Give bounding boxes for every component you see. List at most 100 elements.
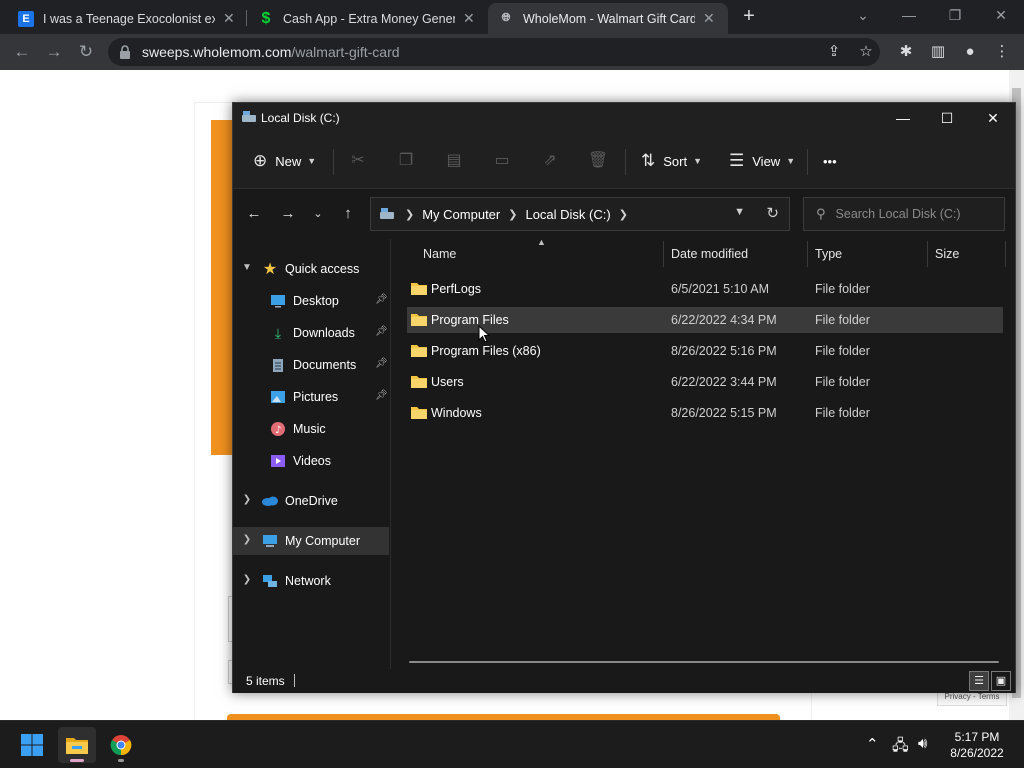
e-icon: E [18,10,34,27]
pin-icon[interactable]: 📌︎ [375,294,388,305]
close-icon[interactable]: ✕ [223,10,235,27]
sort-button[interactable]: ⇅ Sort ▼ [641,149,702,173]
search-icon: ⚲ [816,206,826,221]
bookmark-star-icon[interactable]: ☆ [856,42,876,62]
new-button[interactable]: ⊕ New ▼ [253,149,316,173]
chevron-down-icon[interactable]: ▼ [241,262,253,273]
breadcrumb-separator[interactable]: ❯ [619,208,628,221]
breadcrumb-local-disk[interactable]: Local Disk (C:) [525,207,610,222]
horizontal-scrollbar[interactable] [409,661,999,663]
nav-item-videos[interactable]: Videos [233,447,389,475]
refresh-icon[interactable]: ↻ [766,204,779,222]
close-icon[interactable]: ✕ [463,10,475,27]
volume-icon[interactable]: 🔊︎ [918,735,927,752]
chevron-down-icon[interactable]: ▼ [734,206,745,218]
network-icon[interactable]: 🖧︎ [892,735,909,760]
tab-search-icon[interactable]: ⌄ [840,0,886,34]
nav-label: Quick access [285,262,360,276]
share-icon[interactable]: ⇪ [824,42,844,62]
dollar-icon: $ [261,9,271,27]
pin-icon[interactable]: 📌︎ [375,390,388,401]
file-row-windows[interactable]: Windows 8/26/2022 5:15 PM File folder [407,400,1003,426]
nav-item-my-computer[interactable]: ❯ My Computer [233,527,389,555]
close-icon[interactable]: ✕ [971,105,1015,131]
pin-icon[interactable]: 📌︎ [375,326,388,337]
delete-icon[interactable]: 🗑︎ [587,150,609,172]
minimize-icon[interactable]: — [886,0,932,34]
nav-item-documents[interactable]: Documents 📌︎ [233,351,389,379]
more-options-button[interactable]: ••• [823,149,837,173]
picture-icon [269,388,287,406]
pin-icon[interactable]: 📌︎ [375,358,388,369]
address-bar[interactable]: sweeps.wholemom.com/walmart-gift-card [108,38,880,66]
rename-icon[interactable]: ▭ [491,150,513,172]
chevron-up-icon[interactable]: ⌃ [866,735,879,753]
tab-wholemom[interactable]: 🌐︎ WholeMom - Walmart Gift Card ✕ [488,3,728,34]
back-arrow-icon[interactable]: ← [243,203,265,225]
nav-item-onedrive[interactable]: ❯ OneDrive [233,487,389,515]
file-row-program-files[interactable]: Program Files 6/22/2022 4:34 PM File fol… [407,307,1003,333]
file-row-users[interactable]: Users 6/22/2022 3:44 PM File folder [407,369,1003,395]
column-divider[interactable] [663,241,664,267]
menu-dots-icon[interactable]: ⋮ [992,42,1012,62]
restore-icon[interactable]: ❐ [932,0,978,34]
chevron-right-icon[interactable]: ❯ [241,574,253,585]
paste-icon[interactable]: ▤ [443,150,465,172]
share-icon[interactable]: ⇗ [539,150,561,172]
view-button[interactable]: ☰ View ▼ [729,149,795,173]
column-divider[interactable] [927,241,928,267]
drive-icon [242,111,256,122]
tab-cash-app[interactable]: $ Cash App - Extra Money Generat ✕ [248,3,485,34]
nav-item-network[interactable]: ❯ Network [233,567,389,595]
clock-time: 5:17 PM [954,730,1000,744]
file-row-perflogs[interactable]: PerfLogs 6/5/2021 5:10 AM File folder [407,276,1003,302]
column-type[interactable]: Type [815,247,842,261]
maximize-icon[interactable]: ☐ [925,105,969,131]
download-icon: ⤓ [274,324,282,341]
large-icons-view-icon[interactable]: ▣ [991,671,1011,691]
column-divider[interactable] [807,241,808,267]
new-label: New [275,153,302,169]
forward-arrow-icon[interactable]: → [42,40,66,64]
tab-exocolonist[interactable]: E I was a Teenage Exocolonist expl ✕ [8,3,245,34]
column-name[interactable]: Name [423,247,456,261]
nav-item-pictures[interactable]: Pictures 📌︎ [233,383,389,411]
close-icon[interactable]: ✕ [703,10,715,27]
side-panel-icon[interactable]: ▥ [928,42,948,62]
cut-icon[interactable]: ✂ [347,150,369,172]
recent-locations-icon[interactable]: ⌄ [307,203,329,225]
nav-item-music[interactable]: ♪ Music [233,415,389,443]
details-view-icon[interactable]: ☰ [969,671,989,691]
taskbar-chrome[interactable] [102,727,140,763]
extensions-icon[interactable]: ✱ [896,42,916,62]
file-row-program-files-x86[interactable]: Program Files (x86) 8/26/2022 5:16 PM Fi… [407,338,1003,364]
mouse-cursor-icon [478,325,490,343]
nav-item-quick-access[interactable]: ▼ ★ Quick access [233,255,389,283]
explorer-address-bar[interactable]: ❯ My Computer ❯ Local Disk (C:) ❯ ▼ ↻ [370,197,790,231]
nav-label: Documents [293,358,357,372]
column-divider[interactable] [1005,241,1006,267]
minimize-icon[interactable]: — [881,105,925,131]
close-window-icon[interactable]: ✕ [978,0,1024,34]
nav-item-desktop[interactable]: Desktop 📌︎ [233,287,389,315]
breadcrumb-my-computer[interactable]: My Computer [422,207,500,222]
nav-item-downloads[interactable]: ⤓ Downloads 📌︎ [233,319,389,347]
copy-icon[interactable]: ❐ [395,150,417,172]
status-bar: 5 items ☰ ▣ [233,669,1015,693]
new-tab-button[interactable]: + [738,5,760,27]
search-input[interactable]: ⚲ Search Local Disk (C:) [803,197,1005,231]
forward-arrow-icon[interactable]: → [277,203,299,225]
profile-icon[interactable]: ● [960,42,980,62]
up-arrow-icon[interactable]: ↑ [337,203,359,225]
reload-icon[interactable]: ↻ [74,40,98,64]
chevron-right-icon[interactable]: ❯ [241,494,253,505]
chevron-right-icon[interactable]: ❯ [241,534,253,545]
taskbar-file-explorer[interactable] [58,727,96,763]
sort-icon: ⇅ [641,151,656,170]
explorer-title-bar[interactable]: Local Disk (C:) — ☐ ✕ [233,103,1015,133]
start-button[interactable] [13,727,51,763]
system-clock[interactable]: 5:17 PM 8/26/2022 [940,729,1014,761]
column-size[interactable]: Size [935,247,959,261]
back-arrow-icon[interactable]: ← [10,40,34,64]
column-date-modified[interactable]: Date modified [671,247,748,261]
